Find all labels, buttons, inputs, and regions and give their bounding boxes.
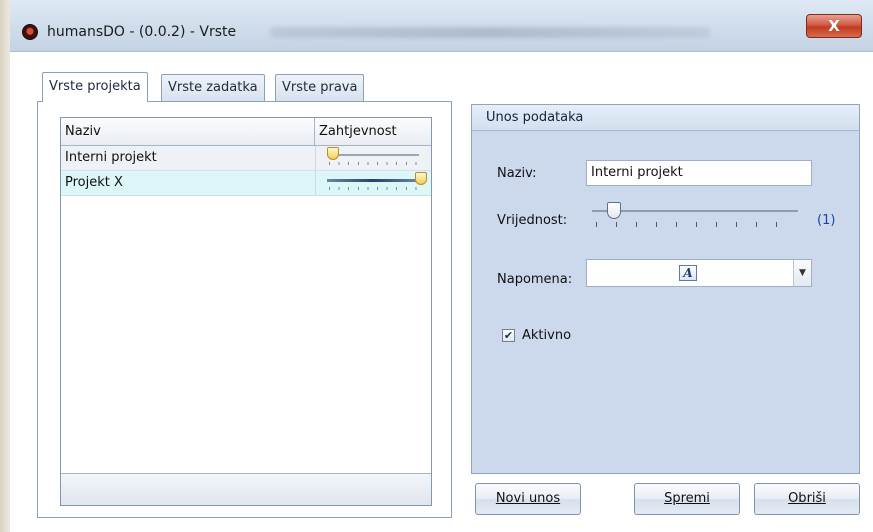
column-header-naziv[interactable]: Naziv	[61, 118, 315, 146]
vrijednost-slider-thumb[interactable]	[607, 202, 621, 219]
novi-unos-label: Novi unos	[495, 491, 561, 506]
tab-vrste-projekta[interactable]: Vrste projekta	[42, 72, 148, 102]
vrijednost-value: (1)	[817, 213, 836, 228]
app-icon	[22, 24, 38, 40]
napomena-label: Napomena:	[497, 272, 573, 287]
cell-naziv: Interni projekt	[65, 150, 157, 165]
row-slider-track	[327, 154, 419, 156]
row-slider-ticks	[329, 162, 417, 165]
row-slider-track	[327, 179, 419, 182]
blurred-title-area	[270, 27, 710, 38]
row-slider-ticks	[329, 187, 417, 190]
grid-header: Naziv Zahtjevnost	[61, 118, 431, 146]
naziv-input[interactable]: Interni projekt	[586, 160, 812, 186]
tab-vrste-prava[interactable]: Vrste prava	[275, 74, 365, 101]
tab-vrste-zadatka[interactable]: Vrste zadatka	[161, 74, 265, 101]
data-grid[interactable]: Naziv Zahtjevnost Interni projekt Projek…	[60, 117, 432, 506]
napomena-field[interactable]: A ▼	[586, 259, 812, 287]
vrijednost-label: Vrijednost:	[497, 213, 568, 228]
vrijednost-slider-ticks	[596, 222, 796, 227]
row-slider-thumb	[415, 172, 427, 185]
spremi-label: Spremi	[664, 491, 710, 506]
obrisi-label: Obriši	[788, 491, 826, 506]
chevron-down-icon[interactable]: ▼	[793, 260, 811, 286]
spremi-button[interactable]: Spremi	[634, 483, 740, 515]
aktivno-checkbox[interactable]: ✔	[502, 329, 515, 342]
group-title: Unos podataka	[486, 110, 584, 125]
novi-unos-button[interactable]: Novi unos	[475, 483, 581, 515]
table-row[interactable]: Interni projekt	[61, 146, 431, 171]
window-edge	[0, 0, 10, 532]
obrisi-button[interactable]: Obriši	[754, 483, 860, 515]
naziv-label: Naziv:	[497, 166, 537, 181]
cell-naziv: Projekt X	[65, 175, 123, 190]
close-button[interactable]: X	[806, 14, 862, 38]
window-title: humansDO - (0.0.2) - Vrste	[47, 24, 237, 40]
group-header: Unos podataka	[472, 105, 859, 131]
vrijednost-slider-track[interactable]	[592, 210, 798, 212]
row-slider-thumb	[327, 147, 339, 160]
aktivno-label[interactable]: Aktivno	[522, 328, 571, 343]
grid-footer	[61, 473, 431, 505]
rich-text-editor-icon[interactable]: A	[679, 265, 697, 281]
table-row-selected[interactable]: Projekt X	[61, 171, 431, 196]
column-header-zahtjevnost[interactable]: Zahtjevnost	[315, 118, 431, 146]
